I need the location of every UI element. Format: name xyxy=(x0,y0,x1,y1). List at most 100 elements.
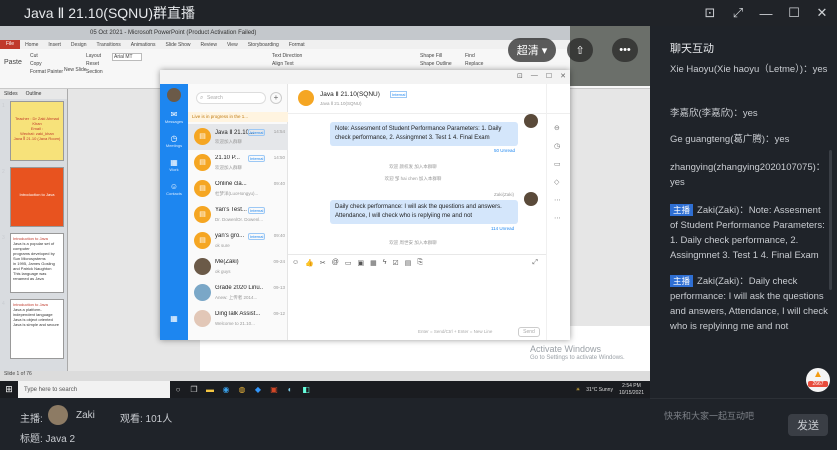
chrome-icon: ◍ xyxy=(238,385,246,394)
meeting-icon: ◷ xyxy=(170,134,178,143)
ppt-tab-file: File xyxy=(0,40,21,49)
window-title: Java Ⅱ 21.10(SQNU)群直播 xyxy=(24,5,196,21)
ppt-tab: Animations xyxy=(130,41,156,48)
close-icon[interactable]: ✕ xyxy=(813,4,831,22)
ppt-tab: Slide Show xyxy=(165,41,191,48)
file-explorer-icon: ▬ xyxy=(206,385,214,394)
task-icon: ☑ xyxy=(392,260,399,267)
dingtalk-icon: ◆ xyxy=(254,385,262,394)
chat-search: ⌕ Search xyxy=(196,92,266,104)
mention-icon: @ xyxy=(331,259,339,266)
expand-icon: ⤢ xyxy=(532,259,538,266)
unread-count: 50 Unread xyxy=(494,148,516,153)
live-video[interactable]: 05 Oct 2021 - Microsoft PowerPoint (Prod… xyxy=(0,26,650,398)
interaction-panel: 聊天互动 Xie Haoyu(Xie haoyu（Letme）)：yes 李嘉欣… xyxy=(650,26,837,398)
message-composer: ☺ 👍 ✂ @ ▭ ▣ ▦ ϟ ☑ ▤ ⎘ ⤢ Enter = Send/Ctr… xyxy=(288,254,546,340)
thumb-line: Java a platform-independent language xyxy=(13,307,53,317)
ppt-find: Find xyxy=(465,53,475,59)
ppt-cut: Cut xyxy=(30,53,38,59)
edge-icon: ◉ xyxy=(222,385,230,394)
ppt-format-painter: Format Painter xyxy=(30,69,64,75)
picture-in-picture-icon[interactable]: ⊡ xyxy=(701,4,719,22)
chat-maximize-icon: ☐ xyxy=(545,73,553,80)
folder-icon: ▭ xyxy=(554,161,561,168)
group-avatar: ▤ xyxy=(194,232,211,249)
pane-tab-outline: Outline xyxy=(25,91,42,97)
send-button[interactable]: 发送 xyxy=(788,414,828,436)
viewer-count: 观看: 101人 xyxy=(120,414,173,425)
chat-send-button: Send xyxy=(518,327,540,337)
pin-icon: ◇ xyxy=(554,179,560,186)
unread-count: 114 Unread xyxy=(491,226,515,231)
ppt-tab: Design xyxy=(70,41,87,48)
more-options-icon[interactable]: ••• xyxy=(612,38,638,62)
work-icon: ▦ xyxy=(170,158,178,167)
chat-message: zhangying(zhangying2020107075)：yes xyxy=(670,162,826,188)
nav-more: ▦ xyxy=(160,314,188,323)
thumb-line: Java is a popular set of computer xyxy=(13,241,55,251)
like-button[interactable]: ▲ 2667 xyxy=(806,368,830,392)
more-icon: ⋯ xyxy=(554,215,561,222)
emoji-icon: ☺ xyxy=(292,259,300,266)
title-bar: Java Ⅱ 21.10(SQNU)群直播 ⊡ ⤢ — ☐ ✕ xyxy=(0,0,837,26)
chat-add-button: + xyxy=(270,92,282,104)
assistant-avatar xyxy=(194,310,211,327)
sender-avatar xyxy=(524,114,538,128)
chat-pane: Java Ⅱ 21.10(SQNU) Internal Java Ⅱ 21.10… xyxy=(288,84,570,340)
chat-header: Java Ⅱ 21.10(SQNU) Internal Java Ⅱ 21.10… xyxy=(288,84,570,114)
conversation-item: Me(Zaki) 09-24 ok guys xyxy=(188,254,288,280)
ppt-shape-outline: Shape Outline xyxy=(420,61,452,67)
ppt-tab: Storyboarding xyxy=(247,41,279,48)
message-icon: ✉ xyxy=(170,110,178,119)
at-icon: ⊖ xyxy=(554,125,560,132)
thumb-line: Java Ⅱ 21.10 (Java Room) xyxy=(13,136,61,141)
nav-work: ▦ Work xyxy=(160,158,188,172)
ppt-paste: Paste xyxy=(4,59,22,66)
ppt-reset: Reset xyxy=(86,61,100,67)
ppt-layout: Layout xyxy=(86,53,102,59)
fullscreen-icon[interactable]: ⤢ xyxy=(729,4,747,22)
host-tag: 主播 xyxy=(670,275,694,287)
like-icon: 👍 xyxy=(305,260,314,267)
chat-message-host: 主播 Zaki(Zaki)：Note: Assesment of Student … xyxy=(670,204,825,261)
slide-thumbnail: Introduction to Java Java a platform-ind… xyxy=(10,299,64,359)
like-icon: ▲ xyxy=(813,369,823,380)
ppt-align-text: Align Text xyxy=(272,61,294,67)
ppt-tab: Home xyxy=(25,41,39,48)
conversation-item: ▤ Online cla... 09:40 杜梦洋(LuoHongyu)... xyxy=(188,176,288,202)
slide-thumbnail: Introduction to Java xyxy=(10,167,64,227)
chat-message: Ge guangteng(葛广腾)：yes xyxy=(670,134,790,145)
weather-text: 31°C Sunny xyxy=(586,386,613,393)
group-avatar: ▤ xyxy=(194,128,211,145)
chat-minimize-icon: — xyxy=(530,72,538,79)
contact-avatar xyxy=(194,258,211,275)
chat-message-host: 主播 Zaki(Zaki)：Daily check performance: I … xyxy=(670,275,828,332)
thumb-line: This language was renamed as Java xyxy=(13,271,47,281)
sender-avatar xyxy=(524,192,538,206)
ppt-copy: Copy xyxy=(30,61,42,67)
panel-scrollbar[interactable] xyxy=(829,150,832,290)
settings-icon: ⋯ xyxy=(554,197,561,204)
conversation-item: ▤ 21.10 P... Internal 14:50 欢迎加入群聊 xyxy=(188,150,288,176)
thumb-line: Java is simple and secure xyxy=(13,322,60,327)
live-info-bar: 主播: Zaki 观看: 101人 标题: Java 2 xyxy=(0,398,650,450)
search-icon: ⌕ xyxy=(200,95,204,101)
live-banner: Live is in progress in the 1... xyxy=(188,112,288,122)
conversation-item: DingTalk Assist... 09-12 Welcome to 21.1… xyxy=(188,306,288,332)
ppt-tab: View xyxy=(226,41,238,48)
quality-selector[interactable]: 超清 ▾ xyxy=(508,38,556,62)
comment-input[interactable]: 快来和大家一起互动吧 xyxy=(664,409,754,422)
paint-icon: ◐ xyxy=(287,385,293,394)
maximize-icon[interactable]: ☐ xyxy=(785,4,803,22)
panel-title: 聊天互动 xyxy=(670,43,714,55)
composer-toolbar: ☺ 👍 ✂ @ ▭ ▣ ▦ ϟ ☑ ▤ ⎘ xyxy=(292,259,423,267)
thumb-number: 2 xyxy=(2,169,5,175)
group-avatar: ▤ xyxy=(194,206,211,223)
system-message: 欢迎 邹 hai chen 加入本群聊 xyxy=(384,176,442,181)
ppt-text-direction: Text Direction xyxy=(272,53,303,59)
live-topic: 标题: Java 2 xyxy=(20,434,76,445)
activate-windows-sub: Go to Settings to activate Windows. xyxy=(530,355,625,361)
share-icon[interactable]: ⇧ xyxy=(567,38,593,62)
minimize-icon[interactable]: — xyxy=(757,4,775,22)
group-avatar: ▤ xyxy=(194,180,211,197)
